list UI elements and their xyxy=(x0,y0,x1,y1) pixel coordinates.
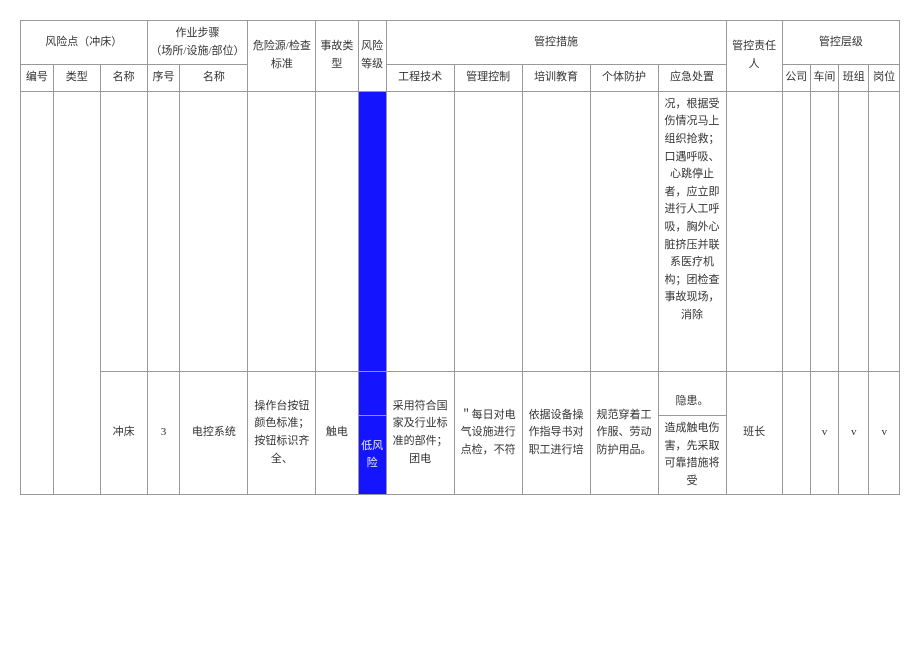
cell-sg xyxy=(316,91,358,371)
cell-gw: v xyxy=(869,371,900,495)
hdr-yjcz: 应急处置 xyxy=(658,65,726,92)
cell-fxdj: 低风险 xyxy=(358,415,386,494)
cell-mc xyxy=(100,91,147,371)
hdr-gtfh: 个体防护 xyxy=(590,65,658,92)
hdr-risk-point: 风险点（冲床） xyxy=(21,21,148,65)
hdr-responsible: 管控责任人 xyxy=(726,21,782,92)
cell-cj: v xyxy=(810,371,838,495)
cell-pxjy: 依据设备操作指导书对职工进行培 xyxy=(522,371,590,495)
hdr-lx: 类型 xyxy=(53,65,100,92)
cell-cj xyxy=(810,91,838,371)
table-row: 况，根据受伤情况马上组织抢救；口遇呼吸、心跳停止者，应立即进行人工呼吸，胸外心脏… xyxy=(21,91,900,371)
cell-gs xyxy=(782,91,810,371)
cell-yjcz-tail: 隐患。 xyxy=(658,371,726,415)
cell-zrr xyxy=(726,91,782,371)
cell-glkz: ＂每日对电气设施进行点检，不符 xyxy=(454,371,522,495)
hdr-hazard-std: 危险源/检查标准 xyxy=(248,21,316,92)
hdr-control-level: 管控层级 xyxy=(782,21,899,65)
hdr-glkz: 管理控制 xyxy=(454,65,522,92)
risk-assessment-table: 风险点（冲床） 作业步骤 （场所/设施/部位） 危险源/检查标准 事故类型 风险… xyxy=(20,20,900,495)
cell-bz: v xyxy=(839,371,869,495)
cell-fxdj xyxy=(358,91,386,371)
cell-gw xyxy=(869,91,900,371)
hdr-pxjy: 培训教育 xyxy=(522,65,590,92)
cell-gs xyxy=(782,371,810,495)
cell-yjcz: 造成触电伤害，先采取可靠措施将受 xyxy=(658,415,726,494)
hdr-gcjs: 工程技术 xyxy=(386,65,454,92)
hdr-cj: 车间 xyxy=(810,65,838,92)
cell-gtfh: 规范穿着工作服、劳动防护用品。 xyxy=(590,371,658,495)
hdr-bm: 名称 xyxy=(180,65,248,92)
hdr-gw: 岗位 xyxy=(869,65,900,92)
hdr-risk-level: 风险等级 xyxy=(358,21,386,92)
hdr-control-measures: 管控措施 xyxy=(386,21,726,65)
hdr-gs: 公司 xyxy=(782,65,810,92)
table-header: 风险点（冲床） 作业步骤 （场所/设施/部位） 危险源/检查标准 事故类型 风险… xyxy=(21,21,900,92)
hdr-work-step: 作业步骤 （场所/设施/部位） xyxy=(147,21,248,65)
cell-fxdj-tail: 隐患。 xyxy=(358,371,386,415)
cell-yjcz: 况，根据受伤情况马上组织抢救；口遇呼吸、心跳停止者，应立即进行人工呼吸，胸外心脏… xyxy=(658,91,726,371)
hdr-bz: 班组 xyxy=(839,65,869,92)
cell-zrr: 班长 xyxy=(726,371,782,495)
hdr-xh: 序号 xyxy=(147,65,180,92)
cell-wxy xyxy=(248,91,316,371)
cell-gtfh xyxy=(590,91,658,371)
cell-wxy: 操作台按钮颜色标准；按钮标识齐全、 xyxy=(248,371,316,495)
cell-mc: 冲床 xyxy=(100,371,147,495)
hdr-mc: 名称 xyxy=(100,65,147,92)
table-row: 冲床 3 电控系统 操作台按钮颜色标准；按钮标识齐全、 触电 隐患。 采用符合国… xyxy=(21,371,900,415)
cell-sg: 触电 xyxy=(316,371,358,495)
cell-pxjy xyxy=(522,91,590,371)
cell-bm xyxy=(180,91,248,371)
cell-bz xyxy=(839,91,869,371)
cell-bh xyxy=(21,91,54,495)
table-body: 况，根据受伤情况马上组织抢救；口遇呼吸、心跳停止者，应立即进行人工呼吸，胸外心脏… xyxy=(21,91,900,495)
cell-gcjs xyxy=(386,91,454,371)
hdr-accident-type: 事故类型 xyxy=(316,21,358,92)
hdr-bh: 编号 xyxy=(21,65,54,92)
cell-bm: 电控系统 xyxy=(180,371,248,495)
cell-gcjs: 采用符合国家及行业标准的部件；团电 xyxy=(386,371,454,495)
cell-glkz xyxy=(454,91,522,371)
cell-xh xyxy=(147,91,180,371)
cell-xh: 3 xyxy=(147,371,180,495)
cell-lx xyxy=(53,91,100,495)
